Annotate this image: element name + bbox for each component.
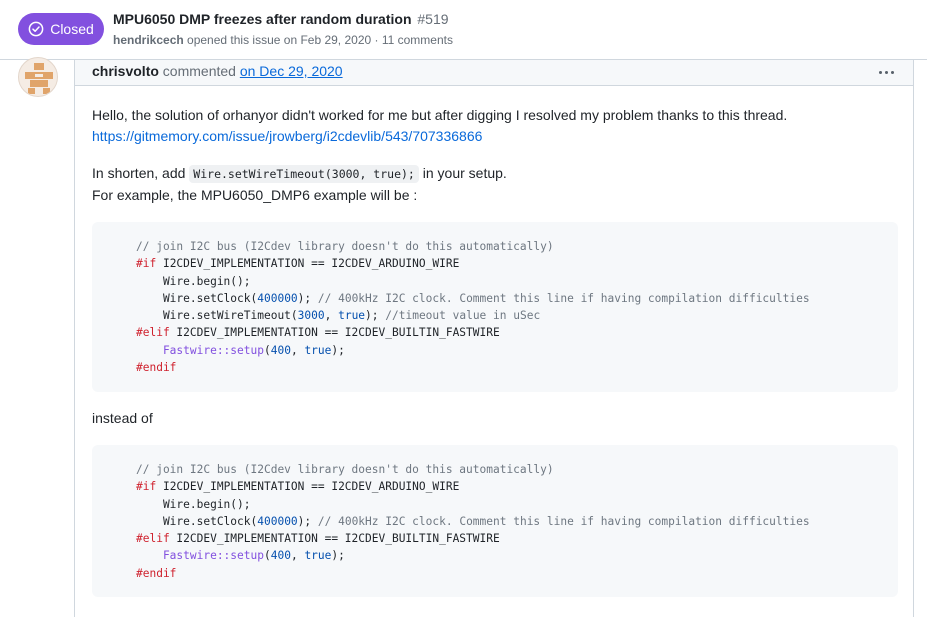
code-block-original: // join I2C bus (I2Cdev library doesn't … [92, 445, 898, 597]
code-token: ); [297, 514, 318, 528]
code-token: 400000 [257, 291, 298, 305]
instead-of-text: instead of [92, 410, 153, 426]
issue-author-link[interactable]: hendrikcech [113, 33, 184, 47]
comment-author-link[interactable]: chrisvolto [92, 63, 159, 79]
code-token: Wire.setWireTimeout( [136, 309, 298, 323]
code-token: 3000 [297, 309, 325, 323]
check-circle-icon [28, 21, 44, 37]
code-token: #endif [136, 566, 177, 580]
issue-number: #519 [417, 11, 449, 27]
comment-header-text: chrisvolto commented on Dec 29, 2020 [92, 63, 343, 79]
code-token: I2CDEV_IMPLEMENTATION == I2CDEV_BUILTIN_… [169, 532, 500, 546]
code-token: ); [331, 343, 345, 357]
code-token: Wire.setClock( [136, 291, 258, 305]
code-block-solution: // join I2C bus (I2Cdev library doesn't … [92, 222, 898, 392]
thread-link[interactable]: https://gitmemory.com/issue/jrowberg/i2c… [92, 128, 482, 144]
inline-code: Wire.setWireTimeout(3000, true); [189, 165, 419, 183]
kebab-horizontal-icon[interactable] [875, 62, 897, 82]
comment-header: chrisvolto commented on Dec 29, 2020 [75, 60, 913, 86]
code-token: // join I2C bus (I2Cdev library doesn't … [136, 463, 554, 476]
code-token: Wire.begin(); [136, 497, 251, 511]
issue-title-line: MPU6050 DMP freezes after random duratio… [113, 11, 449, 27]
setup-text-before: In shorten, add [92, 165, 190, 181]
comment: chrisvolto commented on Dec 29, 2020 Hel… [74, 60, 914, 617]
code-token: ( [263, 343, 271, 357]
code-token: true [338, 309, 366, 323]
code-token: #if [136, 480, 157, 494]
code-token: // 400kHz I2C clock. Comment this line i… [317, 291, 810, 305]
code-token: // 400kHz I2C clock. Comment this line i… [317, 514, 810, 528]
issue-state-label: Closed [50, 21, 94, 37]
code-token: , [290, 549, 305, 563]
code-token: #elif [136, 326, 170, 340]
code-token: I2CDEV_IMPLEMENTATION == I2CDEV_BUILTIN_… [169, 326, 500, 340]
code-token: Fastwire::setup [136, 343, 264, 357]
example-text: For example, the MPU6050_DMP6 example wi… [92, 187, 418, 203]
code-token: #if [136, 257, 157, 271]
code-token: Wire.setClock( [136, 514, 258, 528]
code-token: 400000 [257, 514, 298, 528]
code-token: #endif [136, 361, 177, 375]
code-token: true [304, 343, 332, 357]
intro-text: Hello, the solution of orhanyor didn't w… [92, 107, 788, 123]
sticky-issue-header: Closed MPU6050 DMP freezes after random … [0, 0, 927, 60]
identicon-icon [25, 63, 53, 94]
code-token: //timeout value in uSec [385, 309, 541, 323]
code-token: I2CDEV_IMPLEMENTATION == I2CDEV_ARDUINO_… [156, 257, 460, 271]
code-token: 400 [270, 343, 291, 357]
comment-action: commented [158, 63, 240, 79]
code-token: Wire.begin(); [136, 274, 251, 288]
code-token: ( [263, 549, 271, 563]
paragraph-setup: In shorten, add Wire.setWireTimeout(3000… [92, 163, 898, 206]
code-token: , [290, 343, 305, 357]
setup-text-after: in your setup. [418, 165, 507, 181]
code-token: ); [365, 309, 386, 323]
issue-meta-text: opened this issue on Feb 29, 2020 · 11 c… [183, 33, 453, 47]
code-token: Fastwire::setup [136, 549, 264, 563]
issue-title[interactable]: MPU6050 DMP freezes after random duratio… [113, 11, 412, 27]
code-token: , [324, 309, 339, 323]
code-token: ); [297, 291, 318, 305]
avatar[interactable] [18, 57, 58, 97]
code-token: true [304, 549, 332, 563]
issue-meta: hendrikcech opened this issue on Feb 29,… [113, 33, 453, 47]
code-token: ); [331, 549, 345, 563]
code-token: #elif [136, 532, 170, 546]
comment-date-link[interactable]: on Dec 29, 2020 [240, 63, 343, 79]
issue-state-badge: Closed [18, 13, 104, 45]
code-token: // join I2C bus (I2Cdev library doesn't … [136, 240, 554, 253]
code-token: I2CDEV_IMPLEMENTATION == I2CDEV_ARDUINO_… [156, 480, 460, 494]
comment-body: Hello, the solution of orhanyor didn't w… [92, 105, 898, 613]
paragraph-intro: Hello, the solution of orhanyor didn't w… [92, 105, 898, 147]
code-token: 400 [270, 549, 291, 563]
